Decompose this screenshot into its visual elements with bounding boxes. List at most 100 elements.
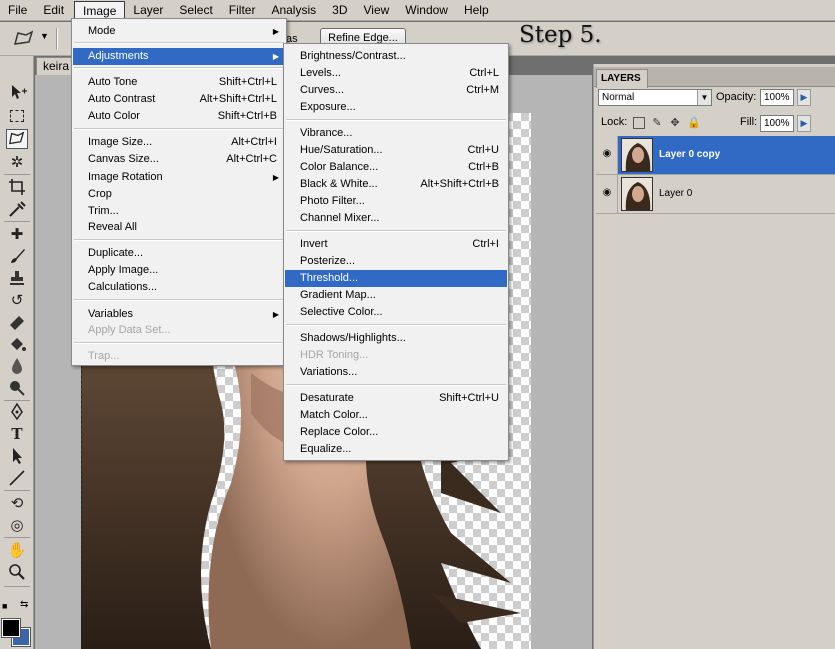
menu-item-gradient-map[interactable]: Gradient Map... (285, 287, 507, 304)
tools-separator (4, 174, 30, 175)
menu-item-canvas-size[interactable]: Canvas Size... Alt+Ctrl+C (73, 151, 285, 168)
paint-bucket-icon[interactable] (6, 334, 28, 354)
brush-icon[interactable] (6, 246, 28, 266)
menu-analysis[interactable]: Analysis (263, 1, 324, 20)
lock-pixels-icon[interactable]: ✎ (651, 117, 663, 129)
menu-item-crop[interactable]: Crop (73, 186, 285, 203)
menu-item-match-color[interactable]: Match Color... (285, 407, 507, 424)
eye-icon[interactable]: ◉ (600, 148, 614, 160)
menu-item-color-balance[interactable]: Color Balance... Ctrl+B (285, 159, 507, 176)
menu-item-threshold[interactable]: Threshold... (285, 270, 507, 287)
fill-field[interactable]: 100% (760, 115, 794, 132)
menu-item-levels[interactable]: Levels... Ctrl+L (285, 65, 507, 82)
submenu-arrow-icon: ▶ (272, 52, 279, 61)
layer-row-layer-0[interactable]: ◉ Layer 0 (596, 175, 835, 214)
menu-view[interactable]: View (355, 1, 397, 20)
menu-item-vibrance[interactable]: Vibrance... (285, 125, 507, 142)
menu-item-replace-color[interactable]: Replace Color... (285, 424, 507, 441)
menu-image[interactable]: Image (74, 0, 126, 20)
line-icon[interactable] (6, 468, 28, 488)
zoom-icon[interactable] (6, 562, 28, 582)
magic-wand-icon[interactable]: ✲ (6, 152, 28, 172)
layer-name[interactable]: Layer 0 (659, 188, 692, 199)
clone-stamp-icon[interactable] (6, 268, 28, 288)
menu-3d[interactable]: 3D (324, 1, 355, 20)
menu-item-variations[interactable]: Variations... (285, 364, 507, 381)
menu-select[interactable]: Select (171, 1, 220, 20)
lock-all-icon[interactable]: 🔒 (687, 117, 701, 129)
menu-item-apply-image[interactable]: Apply Image... (73, 262, 285, 279)
marquee-icon[interactable] (6, 106, 28, 126)
eyedropper-icon[interactable] (6, 199, 28, 219)
menu-item-curves[interactable]: Curves... Ctrl+M (285, 82, 507, 99)
menu-item-black-white[interactable]: Black & White... Alt+Shift+Ctrl+B (285, 176, 507, 193)
healing-brush-icon[interactable]: ✚ (6, 224, 28, 244)
menu-item-shadows-highlights[interactable]: Shadows/Highlights... (285, 330, 507, 347)
blend-mode-select[interactable]: Normal ▼ (598, 89, 712, 106)
hand-icon[interactable]: ✋ (6, 540, 28, 560)
blur-icon[interactable] (6, 356, 28, 376)
3d-rotate-icon[interactable]: ⟲ (6, 493, 28, 513)
foreground-color-swatch[interactable] (1, 618, 21, 638)
lock-transparency-icon[interactable] (633, 117, 645, 129)
type-icon[interactable]: T (6, 424, 28, 444)
3d-orbit-icon[interactable]: ◎ (6, 515, 28, 535)
eye-icon[interactable]: ◉ (600, 187, 614, 199)
menu-separator (74, 239, 284, 241)
tools-separator (4, 490, 30, 491)
move-icon[interactable] (6, 82, 28, 102)
layer-row-layer-0-copy[interactable]: ◉ Layer 0 copy (596, 136, 835, 175)
fill-label: Fill: (740, 116, 758, 128)
layer-name[interactable]: Layer 0 copy (659, 149, 720, 160)
menu-item-exposure[interactable]: Exposure... (285, 99, 507, 116)
menu-item-variables[interactable]: Variables ▶ (73, 306, 285, 323)
dodge-icon[interactable] (6, 378, 28, 398)
menu-item-selective-color[interactable]: Selective Color... (285, 304, 507, 321)
swap-colors-icon[interactable]: ⇆ (20, 599, 28, 610)
fill-slider-icon[interactable]: ▶ (797, 115, 811, 132)
menu-item-image-rotation[interactable]: Image Rotation ▶ (73, 169, 285, 186)
eraser-icon[interactable] (6, 312, 28, 332)
menu-item-channel-mixer[interactable]: Channel Mixer... (285, 210, 507, 227)
menu-item-mode[interactable]: Mode ▶ (73, 23, 285, 40)
menu-layer[interactable]: Layer (125, 1, 171, 20)
menu-separator (74, 42, 284, 44)
layers-tabbar: LAYERS (594, 67, 835, 88)
menu-item-auto-tone[interactable]: Auto Tone Shift+Ctrl+L (73, 74, 285, 91)
menu-file[interactable]: File (0, 1, 35, 20)
polygonal-lasso-icon[interactable] (6, 129, 28, 149)
crop-icon[interactable] (6, 177, 28, 197)
menu-item-reveal-all[interactable]: Reveal All (73, 219, 285, 236)
menu-item-image-size[interactable]: Image Size... Alt+Ctrl+I (73, 134, 285, 151)
opacity-slider-icon[interactable]: ▶ (797, 89, 811, 106)
lock-position-icon[interactable]: ✥ (669, 117, 681, 129)
menu-item-invert[interactable]: Invert Ctrl+I (285, 236, 507, 253)
preset-dropdown-icon[interactable]: ▼ (40, 31, 49, 41)
menu-item-hue-saturation[interactable]: Hue/Saturation... Ctrl+U (285, 142, 507, 159)
menu-filter[interactable]: Filter (221, 1, 264, 20)
polygonal-lasso-preset-icon[interactable] (12, 30, 36, 48)
menu-item-equalize[interactable]: Equalize... (285, 441, 507, 458)
default-colors-icon[interactable]: ■ (2, 601, 7, 611)
menu-item-auto-color[interactable]: Auto Color Shift+Ctrl+B (73, 108, 285, 125)
menu-item-adjustments[interactable]: Adjustments ▶ (73, 48, 285, 65)
menu-item-calculations[interactable]: Calculations... (73, 279, 285, 296)
menu-window[interactable]: Window (397, 1, 456, 20)
menu-item-posterize[interactable]: Posterize... (285, 253, 507, 270)
menu-separator (74, 299, 284, 301)
menu-help[interactable]: Help (456, 1, 497, 20)
document-tab[interactable]: keira (36, 57, 76, 75)
path-selection-icon[interactable] (6, 446, 28, 466)
menu-item-trim[interactable]: Trim... (73, 203, 285, 220)
menu-item-desaturate[interactable]: Desaturate Shift+Ctrl+U (285, 390, 507, 407)
opacity-field[interactable]: 100% (760, 89, 794, 106)
menu-edit[interactable]: Edit (35, 1, 72, 20)
pen-icon[interactable] (6, 402, 28, 422)
history-brush-icon[interactable]: ↺ (6, 290, 28, 310)
menu-item-photo-filter[interactable]: Photo Filter... (285, 193, 507, 210)
menu-item-auto-contrast[interactable]: Auto Contrast Alt+Shift+Ctrl+L (73, 91, 285, 108)
layers-tab[interactable]: LAYERS (596, 69, 648, 88)
menu-item-brightness-contrast[interactable]: Brightness/Contrast... (285, 48, 507, 65)
chevron-down-icon[interactable]: ▼ (697, 90, 711, 105)
menu-item-duplicate[interactable]: Duplicate... (73, 245, 285, 262)
